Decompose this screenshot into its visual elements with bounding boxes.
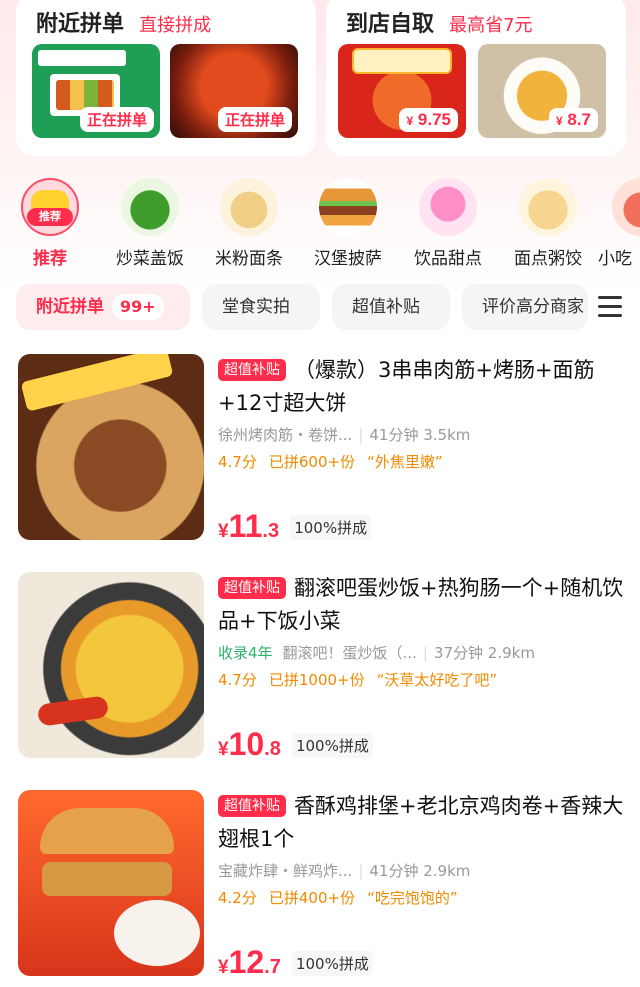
braised-meat-image[interactable]: 正在拼单 xyxy=(170,44,298,138)
delivery-time: 41分钟 xyxy=(369,426,419,444)
delivery-time: 41分钟 xyxy=(369,862,419,880)
shop-info: 宝藏炸肆・鲜鸡炸... | 41分钟 2.9km xyxy=(218,862,471,880)
skewer-pancake-image xyxy=(18,354,204,540)
filter-high-rated-shops[interactable]: 评价高分商家 xyxy=(462,284,588,330)
category-drinks-desserts[interactable]: 饮品甜点 xyxy=(408,178,488,269)
promo-subtitle: 最高省7元 xyxy=(449,15,533,36)
shop-name: 翻滚吧！蛋炒饭（... xyxy=(282,644,417,662)
price: ¥10.8 xyxy=(218,726,281,762)
dumpling-icon xyxy=(519,178,577,236)
promo-title: 到店自取 xyxy=(346,12,435,37)
filter-nearby-group[interactable]: 附近拼单 99+ xyxy=(16,284,190,330)
rating-info: 4.2分 已拼400+份 “吃完饱饱的” xyxy=(218,887,628,908)
subsidy-tag: 超值补贴 xyxy=(218,577,286,599)
recommend-icon: 推荐 xyxy=(21,178,79,236)
list-item[interactable]: 超值补贴 香酥鸡排堡+老北京鸡肉卷+香辣大翅根1个 宝藏炸肆・鲜鸡炸... | 41分… xyxy=(0,790,640,987)
promo-subtitle: 直接拼成 xyxy=(139,15,212,36)
nearby-group-order-card[interactable]: 附近拼单 直接拼成 正在拼单 正在拼单 xyxy=(16,0,316,156)
score: 4.7分 xyxy=(218,453,257,471)
category-label: 推荐 xyxy=(33,249,67,269)
category-rice-noodles[interactable]: 米粉面条 xyxy=(209,178,289,269)
delivery-time: 37分钟 xyxy=(433,644,484,662)
filter-label: 评价高分商家 xyxy=(482,297,584,317)
sold-count: 已拼400+份 xyxy=(268,889,356,907)
promo-header: 到店自取 最高省7元 xyxy=(346,6,533,38)
grouped-rate: 100%拼成 xyxy=(291,951,373,976)
dessert-icon xyxy=(419,178,477,236)
fresh-box-meal-image[interactable]: 正在拼单 xyxy=(32,44,160,138)
fried-noodles-image[interactable]: ¥ 8.7 xyxy=(478,44,606,138)
sold-count: 已拼1000+份 xyxy=(268,671,365,689)
category-label: 炒菜盖饭 xyxy=(116,249,184,269)
item-info: 超值补贴 香酥鸡排堡+老北京鸡肉卷+香辣大翅根1个 宝藏炸肆・鲜鸡炸... | 41分… xyxy=(218,790,628,908)
review-quote: “外焦里嫩” xyxy=(367,453,443,471)
category-stir-fry-rice[interactable]: 炒菜盖饭 xyxy=(110,178,190,269)
item-info: 超值补贴 （爆款）3串串肉筋+烤肠+面筋+12寸超大饼 徐州烤肉筋・卷饼... | 4… xyxy=(218,354,628,472)
filter-label: 附近拼单 xyxy=(36,297,104,317)
store-pickup-card[interactable]: 到店自取 最高省7元 ¥ 9.75 ¥ 8.7 xyxy=(326,0,626,156)
item-title: 超值补贴 （爆款）3串串肉筋+烤肠+面筋+12寸超大饼 xyxy=(218,358,595,415)
subsidy-tag: 超值补贴 xyxy=(218,795,286,817)
count-badge: 99+ xyxy=(112,294,164,320)
fried-rice-image xyxy=(18,572,204,758)
vegetable-icon xyxy=(121,178,179,236)
chicken-burger-image xyxy=(18,790,204,976)
price: ¥12.7 xyxy=(218,944,281,980)
menu-icon[interactable] xyxy=(598,296,622,318)
shop-info: 徐州烤肉筋・卷饼... | 41分钟 3.5km xyxy=(218,426,471,444)
promo-title: 附近拼单 xyxy=(36,12,125,37)
distance: 2.9km xyxy=(423,862,471,880)
category-burger-pizza[interactable]: 汉堡披萨 xyxy=(308,178,388,269)
score: 4.2分 xyxy=(218,889,257,907)
distance: 2.9km xyxy=(487,644,535,662)
filter-value-subsidy[interactable]: 超值补贴 xyxy=(332,284,450,330)
rating-info: 4.7分 已拼600+份 “外焦里嫩” xyxy=(218,451,628,472)
price-row: ¥12.7 100%拼成 xyxy=(218,944,373,981)
category-snacks[interactable]: 小吃 xyxy=(598,178,640,269)
review-quote: “吃完饱饱的” xyxy=(367,889,458,907)
red-bowl-rice-image[interactable]: ¥ 9.75 xyxy=(338,44,466,138)
category-label: 小吃 xyxy=(598,249,632,269)
distance: 3.5km xyxy=(423,426,471,444)
shop-name: 宝藏炸肆・鲜鸡炸... xyxy=(218,862,353,880)
pickup-price-tag: ¥ 8.7 xyxy=(548,108,598,132)
noodle-icon xyxy=(220,178,278,236)
grouped-rate: 100%拼成 xyxy=(290,515,372,540)
category-label: 米粉面条 xyxy=(215,249,283,269)
filter-dine-in-photos[interactable]: 堂食实拍 xyxy=(202,284,320,330)
subsidy-tag: 超值补贴 xyxy=(218,359,286,381)
filter-label: 堂食实拍 xyxy=(222,297,290,317)
promo-header: 附近拼单 直接拼成 xyxy=(36,6,211,38)
grouping-status-tag: 正在拼单 xyxy=(79,107,154,132)
grouping-status-tag: 正在拼单 xyxy=(217,107,292,132)
shop-name: 徐州烤肉筋・卷饼... xyxy=(218,426,353,444)
category-label: 面点粥饺 xyxy=(514,249,582,269)
score: 4.7分 xyxy=(218,671,257,689)
price-row: ¥10.8 100%拼成 xyxy=(218,726,373,763)
item-info: 超值补贴 翻滚吧蛋炒饭+热狗肠一个+随机饮品+下饭小菜 收录4年 翻滚吧！蛋炒饭（.… xyxy=(218,572,628,690)
category-dumplings-porridge[interactable]: 面点粥饺 xyxy=(508,178,588,269)
item-title: 超值补贴 翻滚吧蛋炒饭+热狗肠一个+随机饮品+下饭小菜 xyxy=(218,576,624,633)
rating-info: 4.7分 已拼1000+份 “沃草太好吃了吧” xyxy=(218,669,628,690)
listed-years: 收录4年 xyxy=(218,644,273,662)
list-item[interactable]: 超值补贴 （爆款）3串串肉筋+烤肠+面筋+12寸超大饼 徐州烤肉筋・卷饼... | 4… xyxy=(0,354,640,554)
snack-icon xyxy=(612,178,640,236)
category-recommend[interactable]: 推荐 推荐 xyxy=(10,178,90,269)
list-item[interactable]: 超值补贴 翻滚吧蛋炒饭+热狗肠一个+随机饮品+下饭小菜 收录4年 翻滚吧！蛋炒饭（.… xyxy=(0,572,640,772)
category-label: 汉堡披萨 xyxy=(314,249,382,269)
shop-info: 收录4年 翻滚吧！蛋炒饭（... | 37分钟 2.9km xyxy=(218,644,535,662)
price: ¥11.3 xyxy=(218,508,280,544)
burger-icon xyxy=(319,178,377,236)
grouped-rate: 100%拼成 xyxy=(291,733,373,758)
category-label: 饮品甜点 xyxy=(414,249,482,269)
price-row: ¥11.3 100%拼成 xyxy=(218,508,372,545)
sold-count: 已拼600+份 xyxy=(268,453,356,471)
filter-label: 超值补贴 xyxy=(352,297,420,317)
review-quote: “沃草太好吃了吧” xyxy=(376,671,498,689)
pickup-price-tag: ¥ 9.75 xyxy=(399,108,458,132)
item-title: 超值补贴 香酥鸡排堡+老北京鸡肉卷+香辣大翅根1个 xyxy=(218,794,624,851)
